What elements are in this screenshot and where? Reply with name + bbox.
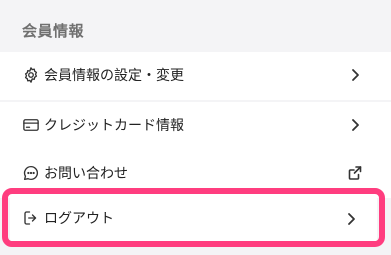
menu-item-credit-card[interactable]: クレジットカード情報 <box>0 102 391 150</box>
menu-item-label: クレジットカード情報 <box>44 118 184 134</box>
menu-item-logout[interactable]: ログアウト <box>10 197 377 241</box>
chevron-right-icon <box>352 69 359 81</box>
member-info-screen: 会員情報 会員情報の設定・変更 クレジットカード情報 お問い合わせ ログアウト <box>0 0 391 255</box>
menu-item-label: ログアウト <box>44 211 114 227</box>
external-link-icon <box>348 166 362 180</box>
menu-item-label: 会員情報の設定・変更 <box>44 68 184 84</box>
section-header: 会員情報 <box>0 0 391 52</box>
chevron-right-icon <box>348 213 355 225</box>
menu-item-member-settings[interactable]: 会員情報の設定・変更 <box>0 52 391 100</box>
section-title: 会員情報 <box>22 22 85 40</box>
gear-icon <box>24 67 38 83</box>
credit-card-icon <box>23 119 39 131</box>
chat-bubble-icon <box>23 165 39 181</box>
chevron-right-icon <box>352 119 359 131</box>
menu-item-label: お問い合わせ <box>44 166 128 182</box>
logout-icon <box>24 211 37 225</box>
